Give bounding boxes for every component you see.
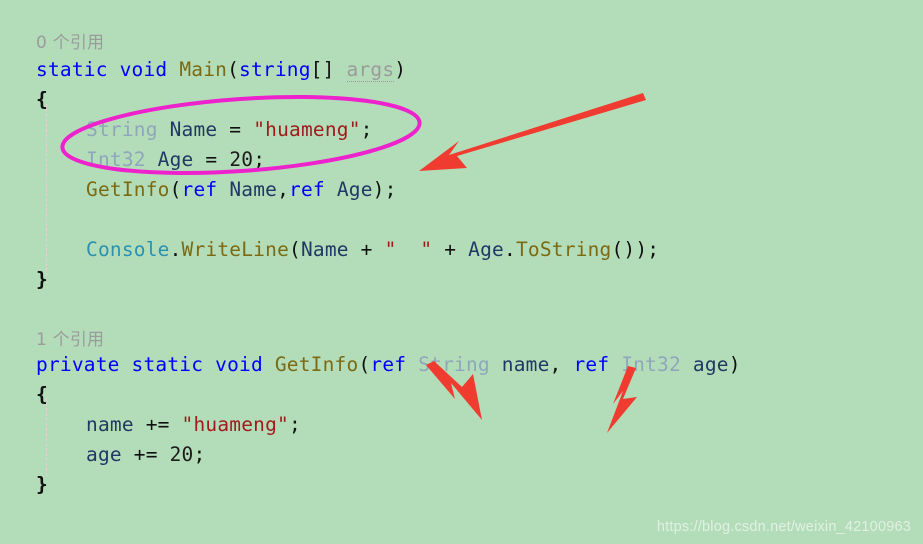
code-line-declare-age: Int32 Age = 20; [86,145,265,175]
variable-Name: Name [169,118,218,141]
plus-assign-operator: += [133,413,182,436]
parameter-age: age [86,443,122,466]
closing-parens: ()); [611,238,660,261]
plus-operator: + [348,238,385,261]
paren-open: ( [227,58,240,81]
class-console: Console [86,238,170,261]
keyword-void: void [215,353,263,376]
paren-open: ( [358,353,371,376]
semicolon: ; [193,443,206,466]
code-line-declare-name: String Name = "huameng"; [86,115,373,145]
paren-close-semicolon: ); [372,178,397,201]
keyword-ref-3: ref [370,353,407,376]
keyword-static: static [36,58,108,81]
argument-Name: Name [229,178,278,201]
string-literal-huameng: "huameng" [253,118,361,141]
code-editor-content[interactable]: 0 个引用 static void Main(string[] args) { … [0,0,923,544]
type-Int32: Int32 [621,353,681,376]
parameter-name: name [86,413,134,436]
dot: . [169,238,182,261]
number-literal-20: 20 [169,443,194,466]
code-line-age-append: age += 20; [86,440,205,470]
keyword-string: string [239,58,311,81]
code-line-call-getinfo: GetInfo(ref Name,ref Age); [86,175,397,205]
assign-operator: = [217,118,254,141]
keyword-ref-2: ref [289,178,325,201]
type-String: String [86,118,158,141]
method-writeline: WriteLine [181,238,290,261]
argument-Age: Age [336,178,373,201]
paren-close: ) [394,58,407,81]
paren-close: ) [728,353,741,376]
plus-operator: + [432,238,469,261]
keyword-ref-4: ref [573,353,610,376]
comma: , [549,353,574,376]
code-line-getinfo-open-brace: { [36,383,48,406]
dot: . [503,238,516,261]
code-line-getinfo-signature: private static void GetInfo(ref String n… [36,350,741,380]
paren-open: ( [169,178,182,201]
semicolon: ; [360,118,373,141]
method-call-getinfo: GetInfo [86,178,170,201]
parameter-age: age [692,353,729,376]
keyword-static: static [131,353,204,376]
string-literal-spaces: " " [384,238,433,261]
code-screenshot: 0 个引用 static void Main(string[] args) { … [0,0,923,544]
assign-operator: = [193,148,230,171]
semicolon: ; [253,148,266,171]
method-tostring: ToString [515,238,612,261]
plus-assign-operator: += [121,443,170,466]
method-name-main: Main [179,58,228,81]
semicolon: ; [289,413,301,436]
comma: , [277,178,290,201]
parameter-args: args [346,58,395,82]
code-line-console-writeline: Console.WriteLine(Name + " " + Age.ToStr… [86,235,659,265]
keyword-void: void [119,58,168,81]
argument-Name: Name [300,238,349,261]
code-line-name-append: name += "huameng"; [86,410,301,440]
method-name-getinfo: GetInfo [274,353,359,376]
variable-Age: Age [157,148,194,171]
string-literal-huameng: "huameng" [181,413,289,436]
code-line-main-open-brace: { [36,88,48,111]
watermark-url: https://blog.csdn.net/weixin_42100963 [656,519,911,535]
type-Int32: Int32 [86,148,146,171]
keyword-ref-1: ref [181,178,218,201]
paren-open: ( [289,238,301,261]
code-line-main-signature: static void Main(string[] args) [36,55,406,85]
keyword-private: private [36,353,120,376]
argument-Age: Age [468,238,504,261]
type-String: String [418,353,490,376]
array-brackets: [] [310,58,347,81]
parameter-name: name [501,353,550,376]
code-line-main-close-brace: } [36,268,48,291]
number-literal-20: 20 [229,148,254,171]
code-line-getinfo-close-brace: } [36,473,48,496]
codelens-main[interactable]: 0 个引用 [36,28,104,58]
